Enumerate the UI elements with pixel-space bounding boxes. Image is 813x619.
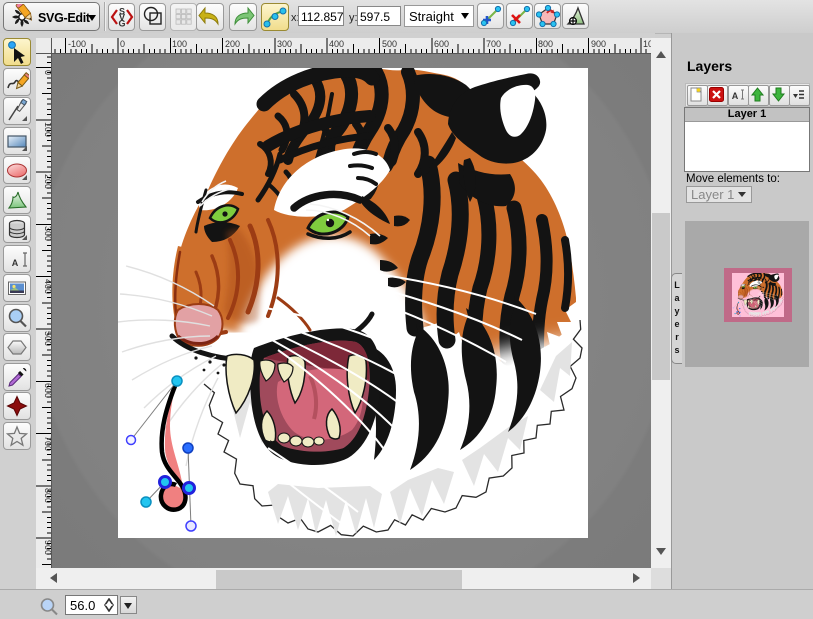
svg-text:300: 300 <box>43 226 51 241</box>
svg-text:900: 900 <box>43 540 51 555</box>
svg-text:400: 400 <box>329 39 344 49</box>
svg-text:-100: -100 <box>68 39 86 49</box>
svg-text:500: 500 <box>382 39 397 49</box>
svg-text:A: A <box>732 91 739 101</box>
svg-text:900: 900 <box>591 39 606 49</box>
svg-text:800: 800 <box>538 39 553 49</box>
svg-text:600: 600 <box>434 39 449 49</box>
svg-text:0: 0 <box>120 39 125 49</box>
svg-text:500: 500 <box>43 331 51 346</box>
svg-text:100: 100 <box>43 122 51 137</box>
svg-text:700: 700 <box>486 39 501 49</box>
svg-text:200: 200 <box>225 39 240 49</box>
svg-text:G: G <box>118 19 125 29</box>
svg-text:200: 200 <box>43 174 51 189</box>
svg-text:600: 600 <box>43 383 51 398</box>
svg-text:700: 700 <box>43 436 51 451</box>
svg-text:800: 800 <box>43 488 51 503</box>
svg-text:300: 300 <box>277 39 292 49</box>
svg-text:100: 100 <box>172 39 187 49</box>
svg-text:A: A <box>12 258 19 268</box>
svg-text:400: 400 <box>43 279 51 294</box>
